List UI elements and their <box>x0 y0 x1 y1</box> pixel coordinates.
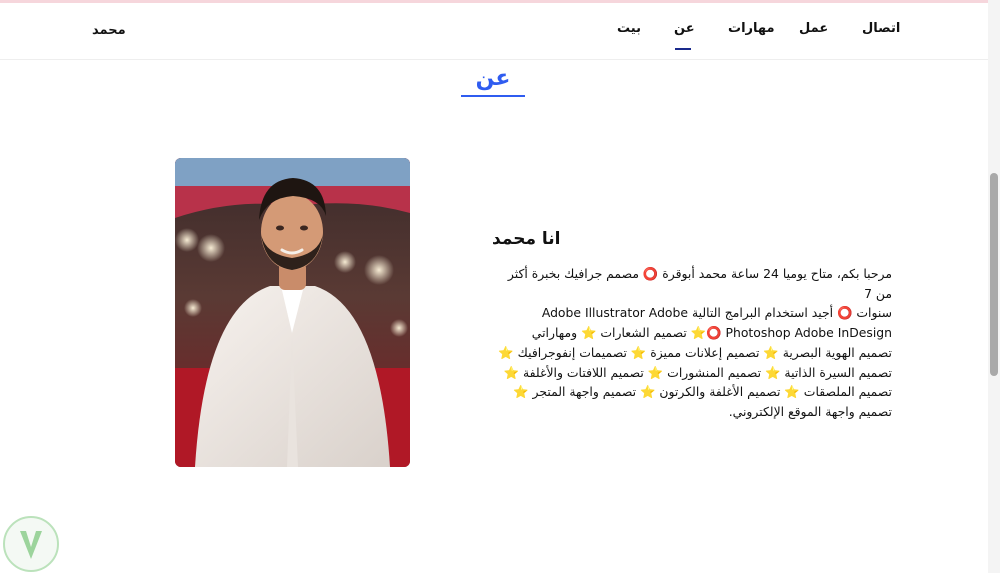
nav-link-skills[interactable]: مهارات <box>728 21 775 36</box>
watermark-logo <box>2 515 60 573</box>
about-line-6: تصميم الملصقات ⭐ تصميم الأغلفة والكرتون … <box>513 384 892 400</box>
nav-link-contact[interactable]: اتصال <box>862 21 900 36</box>
nav-link-work[interactable]: عمل <box>799 21 828 36</box>
nav-link-home[interactable]: بيت <box>617 21 641 36</box>
about-line-7: تصميم واجهة الموقع الإلكتروني. <box>728 403 892 419</box>
scrollbar-thumb[interactable] <box>990 173 998 376</box>
about-name-heading: انا محمد <box>492 229 561 249</box>
about-line-4: تصميم الهوية البصرية ⭐ تصميم إعلانات ممي… <box>498 344 892 360</box>
nav-links: اتصال عمل مهارات عن بيت <box>600 21 920 51</box>
section-title-underline <box>461 95 525 97</box>
page-scrollbar[interactable] <box>988 0 1000 573</box>
about-line-1: مرحبا بكم، متاح يوميا 24 ساعة محمد أبوقر… <box>507 266 892 301</box>
nav-active-underline <box>675 48 691 50</box>
section-title: عن <box>475 66 511 91</box>
about-line-2: سنوات ⭕ أجيد استخدام البرامج التالية Ado… <box>541 305 892 321</box>
brand-name[interactable]: محمد <box>92 23 126 38</box>
profile-photo <box>175 158 410 467</box>
nav-link-about[interactable]: عن <box>674 21 695 36</box>
about-line-5: تصميم السيرة الذاتية ⭐ تصميم المنشورات ⭐… <box>503 364 892 380</box>
about-description: مرحبا بكم، متاح يوميا 24 ساعة محمد أبوقر… <box>492 264 892 422</box>
about-line-3: Photoshop Adobe InDesign ⭕⭐ تصميم الشعار… <box>531 325 892 341</box>
navbar: محمد اتصال عمل مهارات عن بيت <box>0 3 988 60</box>
